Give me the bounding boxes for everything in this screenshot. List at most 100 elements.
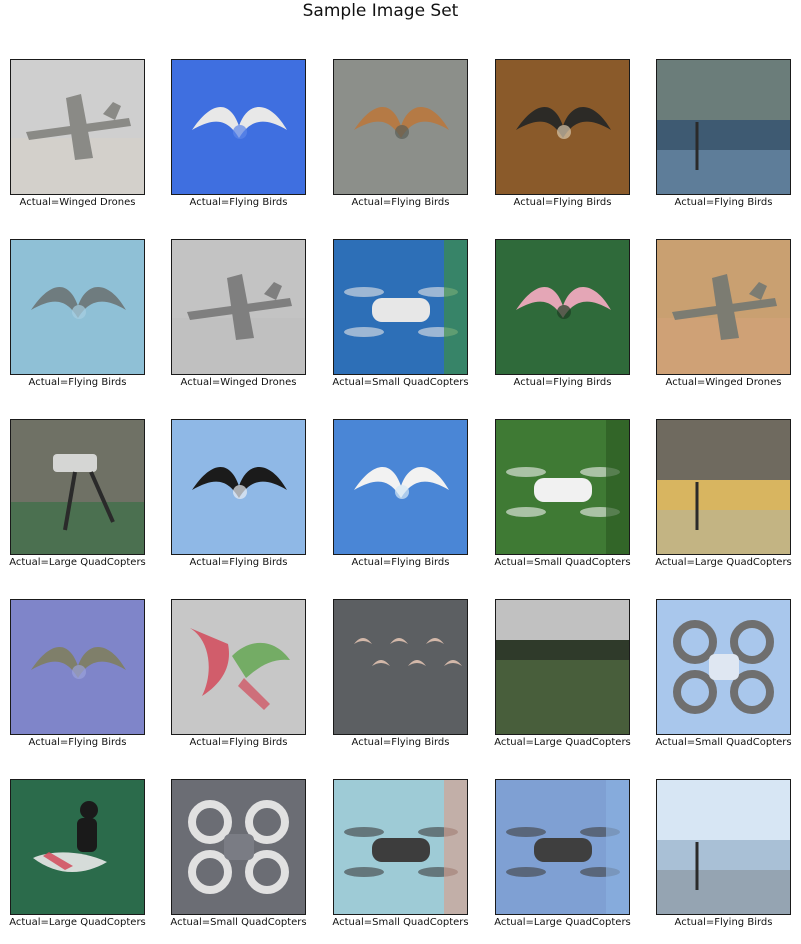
sample-image-graphic: [496, 780, 629, 914]
sample-panel: Actual=Flying Birds: [161, 599, 323, 764]
sample-panel: Actual=Flying Birds: [0, 239, 162, 404]
sample-image-graphic: [334, 600, 467, 734]
sample-image: [10, 599, 145, 735]
sample-image: [333, 779, 468, 915]
sample-image: [333, 599, 468, 735]
sample-image-graphic: [657, 240, 790, 374]
sample-image-graphic: [496, 60, 629, 194]
sample-image: [10, 779, 145, 915]
sample-image-graphic: [11, 780, 144, 914]
sample-image: [656, 239, 791, 375]
sample-image-graphic: [657, 780, 790, 914]
sample-image-graphic: [657, 420, 790, 554]
sample-panel: Actual=Flying Birds: [485, 59, 647, 224]
sample-image-graphic: [172, 780, 305, 914]
sample-image-graphic: [11, 420, 144, 554]
sample-image-graphic: [334, 780, 467, 914]
sample-image-graphic: [11, 60, 144, 194]
sample-image: [656, 599, 791, 735]
sample-caption: Actual=Flying Birds: [351, 557, 450, 568]
sample-image: [656, 779, 791, 915]
sample-image-graphic: [172, 60, 305, 194]
sample-caption: Actual=Flying Birds: [674, 917, 773, 928]
sample-image-graphic: [11, 600, 144, 734]
sample-image-graphic: [496, 240, 629, 374]
sample-image: [10, 239, 145, 375]
sample-image: [495, 59, 630, 195]
sample-caption: Actual=Flying Birds: [674, 197, 773, 208]
sample-caption: Actual=Flying Birds: [351, 197, 450, 208]
sample-panel: Actual=Winged Drones: [646, 239, 801, 404]
sample-image-graphic: [172, 420, 305, 554]
sample-image: [333, 59, 468, 195]
sample-panel: Actual=Flying Birds: [646, 59, 801, 224]
sample-panel: Actual=Small QuadCopters: [161, 779, 323, 944]
sample-image: [333, 419, 468, 555]
sample-image: [171, 599, 306, 735]
sample-panel: Actual=Winged Drones: [161, 239, 323, 404]
sample-panel: Actual=Flying Birds: [646, 779, 801, 944]
sample-image-graphic: [11, 240, 144, 374]
sample-caption: Actual=Small QuadCopters: [494, 557, 631, 568]
sample-panel: Actual=Small QuadCopters: [323, 779, 485, 944]
sample-panel: Actual=Flying Birds: [485, 239, 647, 404]
sample-panel: Actual=Small QuadCopters: [646, 599, 801, 764]
sample-panel: Actual=Flying Birds: [0, 599, 162, 764]
sample-panel: Actual=Large QuadCopters: [485, 599, 647, 764]
sample-caption: Actual=Large QuadCopters: [9, 557, 146, 568]
sample-panel: Actual=Winged Drones: [0, 59, 162, 224]
sample-caption: Actual=Small QuadCopters: [332, 917, 469, 928]
sample-caption: Actual=Winged Drones: [19, 197, 136, 208]
sample-panel: Actual=Flying Birds: [323, 599, 485, 764]
sample-caption: Actual=Large QuadCopters: [494, 737, 631, 748]
sample-panel: Actual=Large QuadCopters: [0, 419, 162, 584]
sample-image-graphic: [496, 600, 629, 734]
sample-image: [171, 239, 306, 375]
sample-caption: Actual=Flying Birds: [189, 557, 288, 568]
sample-image-graphic: [334, 240, 467, 374]
sample-image: [495, 239, 630, 375]
sample-image: [495, 419, 630, 555]
image-grid: Actual=Winged Drones Actual=Flying Birds A…: [0, 0, 801, 933]
sample-panel: Actual=Small QuadCopters: [323, 239, 485, 404]
sample-image: [171, 779, 306, 915]
sample-caption: Actual=Large QuadCopters: [655, 557, 792, 568]
sample-image: [495, 779, 630, 915]
sample-image: [10, 59, 145, 195]
sample-caption: Actual=Winged Drones: [665, 377, 782, 388]
sample-image-graphic: [172, 240, 305, 374]
sample-image-graphic: [334, 60, 467, 194]
sample-panel: Actual=Flying Birds: [323, 59, 485, 224]
sample-caption: Actual=Large QuadCopters: [9, 917, 146, 928]
sample-caption: Actual=Flying Birds: [28, 737, 127, 748]
sample-image-graphic: [657, 600, 790, 734]
sample-image-graphic: [657, 60, 790, 194]
sample-panel: Actual=Small QuadCopters: [485, 419, 647, 584]
sample-panel: Actual=Flying Birds: [161, 59, 323, 224]
sample-caption: Actual=Small QuadCopters: [332, 377, 469, 388]
sample-caption: Actual=Winged Drones: [180, 377, 297, 388]
sample-image-graphic: [496, 420, 629, 554]
sample-panel: Actual=Large QuadCopters: [485, 779, 647, 944]
sample-image-graphic: [172, 600, 305, 734]
sample-panel: Actual=Large QuadCopters: [646, 419, 801, 584]
sample-image: [333, 239, 468, 375]
sample-caption: Actual=Flying Birds: [513, 197, 612, 208]
sample-image-graphic: [334, 420, 467, 554]
sample-caption: Actual=Flying Birds: [513, 377, 612, 388]
sample-caption: Actual=Large QuadCopters: [494, 917, 631, 928]
sample-image: [171, 59, 306, 195]
sample-image: [656, 59, 791, 195]
sample-image: [656, 419, 791, 555]
sample-caption: Actual=Flying Birds: [351, 737, 450, 748]
sample-image: [10, 419, 145, 555]
sample-panel: Actual=Flying Birds: [323, 419, 485, 584]
sample-panel: Actual=Large QuadCopters: [0, 779, 162, 944]
sample-caption: Actual=Small QuadCopters: [170, 917, 307, 928]
sample-image: [495, 599, 630, 735]
sample-panel: Actual=Flying Birds: [161, 419, 323, 584]
sample-caption: Actual=Flying Birds: [189, 197, 288, 208]
sample-caption: Actual=Flying Birds: [28, 377, 127, 388]
sample-caption: Actual=Small QuadCopters: [655, 737, 792, 748]
sample-image: [171, 419, 306, 555]
